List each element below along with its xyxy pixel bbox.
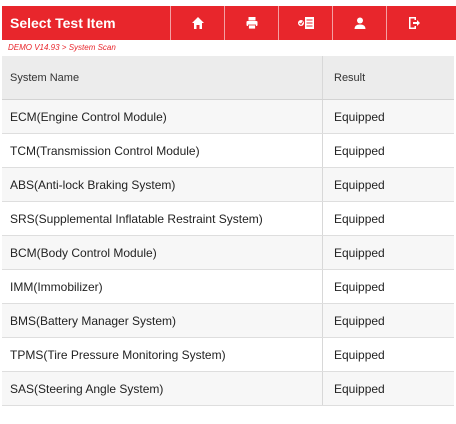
exit-icon	[407, 16, 421, 30]
result-cell: Equipped	[322, 270, 454, 303]
table-row[interactable]: ECM(Engine Control Module) Equipped	[2, 100, 454, 134]
user-button[interactable]	[332, 6, 386, 40]
system-table: System Name Result ECM(Engine Control Mo…	[2, 56, 454, 406]
home-button[interactable]	[170, 6, 224, 40]
result-cell: Equipped	[322, 372, 454, 405]
table-row[interactable]: TCM(Transmission Control Module) Equippe…	[2, 134, 454, 168]
result-cell: Equipped	[322, 304, 454, 337]
table-row[interactable]: SAS(Steering Angle System) Equipped	[2, 372, 454, 406]
report-button[interactable]	[278, 6, 332, 40]
table-row[interactable]: BCM(Body Control Module) Equipped	[2, 236, 454, 270]
column-header-result: Result	[322, 56, 454, 99]
report-icon	[297, 16, 315, 30]
table-row[interactable]: TPMS(Tire Pressure Monitoring System) Eq…	[2, 338, 454, 372]
system-name-cell: BMS(Battery Manager System)	[10, 313, 177, 328]
print-icon	[245, 16, 259, 30]
print-button[interactable]	[224, 6, 278, 40]
app-window: Select Test Item DEMO V14.93 > System Sc…	[0, 0, 456, 424]
table-row[interactable]: IMM(Immobilizer) Equipped	[2, 270, 454, 304]
exit-button[interactable]	[386, 6, 440, 40]
table-row[interactable]: SRS(Supplemental Inflatable Restraint Sy…	[2, 202, 454, 236]
result-cell: Equipped	[322, 236, 454, 269]
table-body: ECM(Engine Control Module) Equipped TCM(…	[2, 100, 454, 406]
system-name-cell: IMM(Immobilizer)	[10, 279, 103, 294]
system-name-cell: SAS(Steering Angle System)	[10, 381, 164, 396]
result-cell: Equipped	[322, 168, 454, 201]
system-name-cell: TPMS(Tire Pressure Monitoring System)	[10, 347, 226, 362]
table-header: System Name Result	[2, 56, 454, 100]
title-bar: Select Test Item	[2, 6, 456, 40]
system-name-cell: TCM(Transmission Control Module)	[10, 143, 200, 158]
result-cell: Equipped	[322, 134, 454, 167]
system-name-cell: ECM(Engine Control Module)	[10, 109, 167, 124]
system-name-cell: SRS(Supplemental Inflatable Restraint Sy…	[10, 211, 263, 226]
breadcrumb[interactable]: DEMO V14.93 > System Scan	[8, 43, 116, 52]
result-cell: Equipped	[322, 338, 454, 371]
system-name-cell: BCM(Body Control Module)	[10, 245, 157, 260]
home-icon	[191, 16, 205, 30]
user-icon	[353, 16, 367, 30]
result-cell: Equipped	[322, 100, 454, 133]
table-row[interactable]: BMS(Battery Manager System) Equipped	[2, 304, 454, 338]
column-header-system-name: System Name	[10, 71, 80, 84]
system-name-cell: ABS(Anti-lock Braking System)	[10, 177, 176, 192]
table-row[interactable]: ABS(Anti-lock Braking System) Equipped	[2, 168, 454, 202]
result-cell: Equipped	[322, 202, 454, 235]
page-title: Select Test Item	[10, 15, 116, 31]
